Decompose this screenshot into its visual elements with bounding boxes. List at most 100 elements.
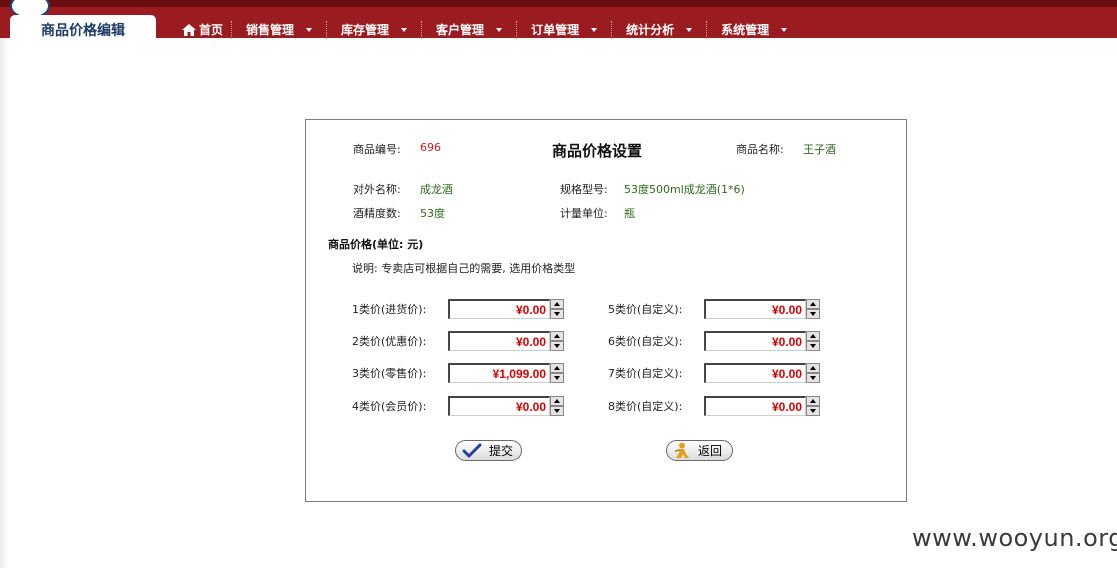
arrow-up-icon: [810, 399, 816, 403]
back-button-label: 返回: [698, 444, 723, 458]
arrow-down-icon: [554, 376, 560, 380]
price-8-label: 8类价(自定义):: [608, 400, 683, 413]
unit-label: 计量单位:: [560, 207, 608, 220]
price-2-label: 2类价(优惠价):: [352, 335, 427, 348]
unit-value: 瓶: [624, 207, 635, 220]
left-edge-shadow: [0, 38, 8, 568]
chevron-down-icon: [496, 27, 503, 32]
decrement-button[interactable]: [550, 373, 564, 383]
price-note: 说明: 专卖店可根据自己的需要, 选用价格类型: [352, 262, 576, 275]
main-menu: 首页 销售管理 库存管理 客户管理 订单管理 统计分析 系统管理: [176, 14, 801, 45]
increment-button[interactable]: [550, 396, 564, 406]
product-id-label: 商品编号:: [353, 143, 401, 156]
panel-title: 商品价格设置: [552, 142, 643, 160]
price-2-input[interactable]: ¥0.00: [448, 331, 550, 351]
menu-item-label: 系统管理: [721, 23, 770, 37]
price-6-input[interactable]: ¥0.00: [704, 331, 806, 351]
menu-item-customers[interactable]: 客户管理: [422, 20, 518, 39]
decrement-button[interactable]: [806, 406, 820, 416]
price-4-input[interactable]: ¥0.00: [448, 396, 550, 416]
spec-value: 53度500ml成龙酒(1*6): [624, 183, 745, 196]
menu-item-label: 库存管理: [341, 23, 390, 37]
decrement-button[interactable]: [806, 309, 820, 319]
arrow-up-icon: [554, 366, 560, 370]
price-4-stepper[interactable]: ¥0.00: [448, 396, 564, 416]
price-settings-panel: 商品编号: 696 商品价格设置 商品名称: 王子酒 对外名称: 成龙酒 规格型…: [305, 119, 907, 502]
price-4-label: 4类价(会员价):: [352, 400, 427, 413]
arrow-down-icon: [554, 344, 560, 348]
home-icon: [182, 23, 196, 36]
arrow-up-icon: [810, 334, 816, 338]
arrow-down-icon: [810, 312, 816, 316]
chevron-down-icon: [591, 27, 598, 32]
price-5-stepper[interactable]: ¥0.00: [704, 299, 820, 319]
arrow-up-icon: [810, 302, 816, 306]
increment-button[interactable]: [806, 331, 820, 341]
arrow-down-icon: [810, 344, 816, 348]
increment-button[interactable]: [550, 331, 564, 341]
arrow-down-icon: [810, 376, 816, 380]
price-2-stepper[interactable]: ¥0.00: [448, 331, 564, 351]
price-6-stepper[interactable]: ¥0.00: [704, 331, 820, 351]
arrow-up-icon: [554, 334, 560, 338]
alcohol-label: 酒精度数:: [353, 207, 401, 220]
price-1-stepper[interactable]: ¥0.00: [448, 299, 564, 319]
menu-item-statistics[interactable]: 统计分析: [612, 20, 708, 39]
menu-item-label: 首页: [199, 23, 224, 37]
menu-item-label: 订单管理: [531, 23, 580, 37]
increment-button[interactable]: [806, 396, 820, 406]
arrow-up-icon: [554, 399, 560, 403]
menu-item-label: 客户管理: [436, 23, 485, 37]
submit-button[interactable]: 提交: [455, 440, 522, 461]
increment-button[interactable]: [550, 363, 564, 373]
top-nav-bar: 商品价格编辑 首页 销售管理 库存管理 客户管理 订单管理 统计分析 系统管理: [0, 0, 1117, 45]
price-3-stepper[interactable]: ¥1,099.00: [448, 363, 564, 383]
menu-item-inventory[interactable]: 库存管理: [327, 20, 423, 39]
back-button[interactable]: 返回: [666, 440, 733, 461]
price-7-label: 7类价(自定义):: [608, 367, 683, 380]
price-8-stepper[interactable]: ¥0.00: [704, 396, 820, 416]
menu-item-sales[interactable]: 销售管理: [232, 20, 328, 39]
chevron-down-icon: [686, 27, 693, 32]
price-1-label: 1类价(进货价):: [352, 303, 427, 316]
decrement-button[interactable]: [550, 341, 564, 351]
price-1-input[interactable]: ¥0.00: [448, 299, 550, 319]
arrow-down-icon: [810, 409, 816, 413]
product-name-label: 商品名称:: [736, 143, 784, 156]
decrement-button[interactable]: [550, 406, 564, 416]
decrement-button[interactable]: [550, 309, 564, 319]
price-5-label: 5类价(自定义):: [608, 303, 683, 316]
chevron-down-icon: [306, 27, 313, 32]
price-6-label: 6类价(自定义):: [608, 335, 683, 348]
external-name-value: 成龙酒: [420, 183, 453, 196]
alcohol-value: 53度: [420, 207, 445, 220]
tab-label: 商品价格编辑: [41, 23, 125, 39]
section-title: 商品价格(单位: 元): [328, 238, 424, 251]
menu-item-home[interactable]: 首页: [176, 20, 233, 39]
increment-button[interactable]: [806, 363, 820, 373]
product-name-value: 王子酒: [803, 143, 836, 156]
chevron-down-icon: [781, 27, 788, 32]
price-7-stepper[interactable]: ¥0.00: [704, 363, 820, 383]
back-person-icon: [674, 442, 689, 458]
decrement-button[interactable]: [806, 373, 820, 383]
watermark: www.wooyun.org: [912, 524, 1117, 552]
price-8-input[interactable]: ¥0.00: [704, 396, 806, 416]
decrement-button[interactable]: [806, 341, 820, 351]
price-3-input[interactable]: ¥1,099.00: [448, 363, 550, 383]
checkmark-icon: [462, 443, 482, 457]
price-5-input[interactable]: ¥0.00: [704, 299, 806, 319]
arrow-down-icon: [554, 312, 560, 316]
menu-item-system[interactable]: 系统管理: [707, 21, 801, 39]
chevron-down-icon: [401, 27, 408, 32]
price-3-label: 3类价(零售价):: [352, 367, 427, 380]
increment-button[interactable]: [550, 299, 564, 309]
menu-item-label: 销售管理: [246, 23, 295, 37]
product-id-value: 696: [420, 141, 441, 154]
submit-button-label: 提交: [489, 444, 514, 458]
external-name-label: 对外名称:: [353, 183, 401, 196]
price-7-input[interactable]: ¥0.00: [704, 363, 806, 383]
increment-button[interactable]: [806, 299, 820, 309]
menu-item-orders[interactable]: 订单管理: [517, 20, 613, 39]
tab-product-price-edit[interactable]: 商品价格编辑: [10, 15, 156, 45]
